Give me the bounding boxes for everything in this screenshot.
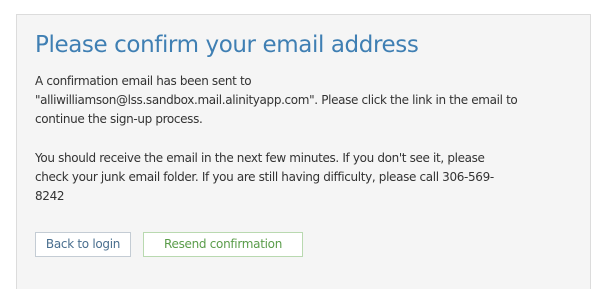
confirmation-message-line-3: continue the sign-up process. [35, 112, 203, 126]
help-message-line-3: 8242 [35, 189, 65, 203]
confirmation-message-line-2: "alliwilliamson@lss.sandbox.mail.alinity… [35, 93, 518, 107]
help-message-line-1: You should receive the email in the next… [35, 151, 485, 165]
confirmation-message-line-1: A confirmation email has been sent to [35, 74, 252, 88]
confirmation-message: A confirmation email has been sent to "a… [35, 72, 580, 129]
page-title: Please confirm your email address [35, 32, 419, 58]
help-message-line-2: check your junk email folder. If you are… [35, 170, 494, 184]
help-message: You should receive the email in the next… [35, 149, 580, 206]
resend-confirmation-button[interactable]: Resend confirmation [143, 232, 303, 257]
confirm-email-panel: Please confirm your email address A conf… [16, 14, 591, 289]
back-to-login-button[interactable]: Back to login [35, 232, 131, 257]
